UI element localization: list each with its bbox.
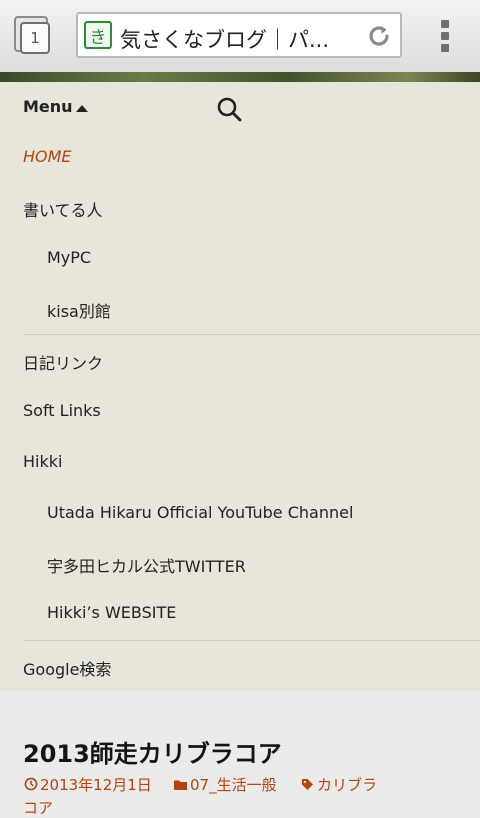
menu-toggle-label[interactable]: Menu bbox=[23, 97, 73, 116]
search-icon[interactable] bbox=[216, 96, 242, 122]
address-bar[interactable]: き 気さくなブログ｜パ... bbox=[76, 12, 402, 58]
nav-item-about-author[interactable]: 書いてる人 bbox=[23, 197, 103, 221]
post-tag-link-continued[interactable]: コア bbox=[23, 797, 53, 818]
overflow-menu-icon[interactable] bbox=[438, 20, 452, 54]
post-title[interactable]: 2013師走カリブラコア bbox=[23, 734, 282, 769]
nav-subitem-twitter[interactable]: 宇多田ヒカル公式TWITTER bbox=[47, 553, 246, 577]
tag-icon bbox=[302, 779, 313, 790]
menu-divider bbox=[23, 334, 480, 335]
menu-divider bbox=[23, 640, 480, 641]
reload-icon[interactable] bbox=[366, 23, 392, 49]
post-tag-link[interactable]: カリブラ bbox=[317, 774, 377, 795]
nav-subitem-youtube[interactable]: Utada Hikaru Official YouTube Channel bbox=[47, 503, 353, 522]
browser-toolbar: 1 き 気さくなブログ｜パ... bbox=[0, 0, 480, 73]
nav-subitem-kisa-annex[interactable]: kisa別館 bbox=[47, 298, 111, 322]
site-favicon-icon: き bbox=[84, 21, 112, 49]
folder-icon bbox=[174, 780, 187, 790]
tab-count: 1 bbox=[20, 22, 50, 54]
tabs-button[interactable]: 1 bbox=[14, 16, 50, 54]
page-title: 気さくなブログ｜パ... bbox=[120, 28, 330, 52]
nav-item-home[interactable]: HOME bbox=[23, 147, 72, 166]
nav-subitem-website[interactable]: Hikki’s WEBSITE bbox=[47, 603, 176, 622]
nav-menu-panel bbox=[0, 82, 480, 691]
nav-item-google-search[interactable]: Google検索 bbox=[23, 656, 111, 680]
nav-item-hikki[interactable]: Hikki bbox=[23, 452, 62, 471]
clock-icon bbox=[24, 777, 38, 791]
nav-subitem-mypc[interactable]: MyPC bbox=[47, 248, 91, 267]
nav-item-soft-links[interactable]: Soft Links bbox=[23, 401, 101, 420]
caret-up-icon[interactable] bbox=[76, 105, 88, 112]
nav-item-diary-links[interactable]: 日記リンク bbox=[23, 350, 103, 374]
post-date-link[interactable]: 2013年12月1日 bbox=[40, 774, 152, 795]
post-category-link[interactable]: 07_生活一般 bbox=[190, 774, 277, 795]
header-image-strip bbox=[0, 72, 480, 82]
